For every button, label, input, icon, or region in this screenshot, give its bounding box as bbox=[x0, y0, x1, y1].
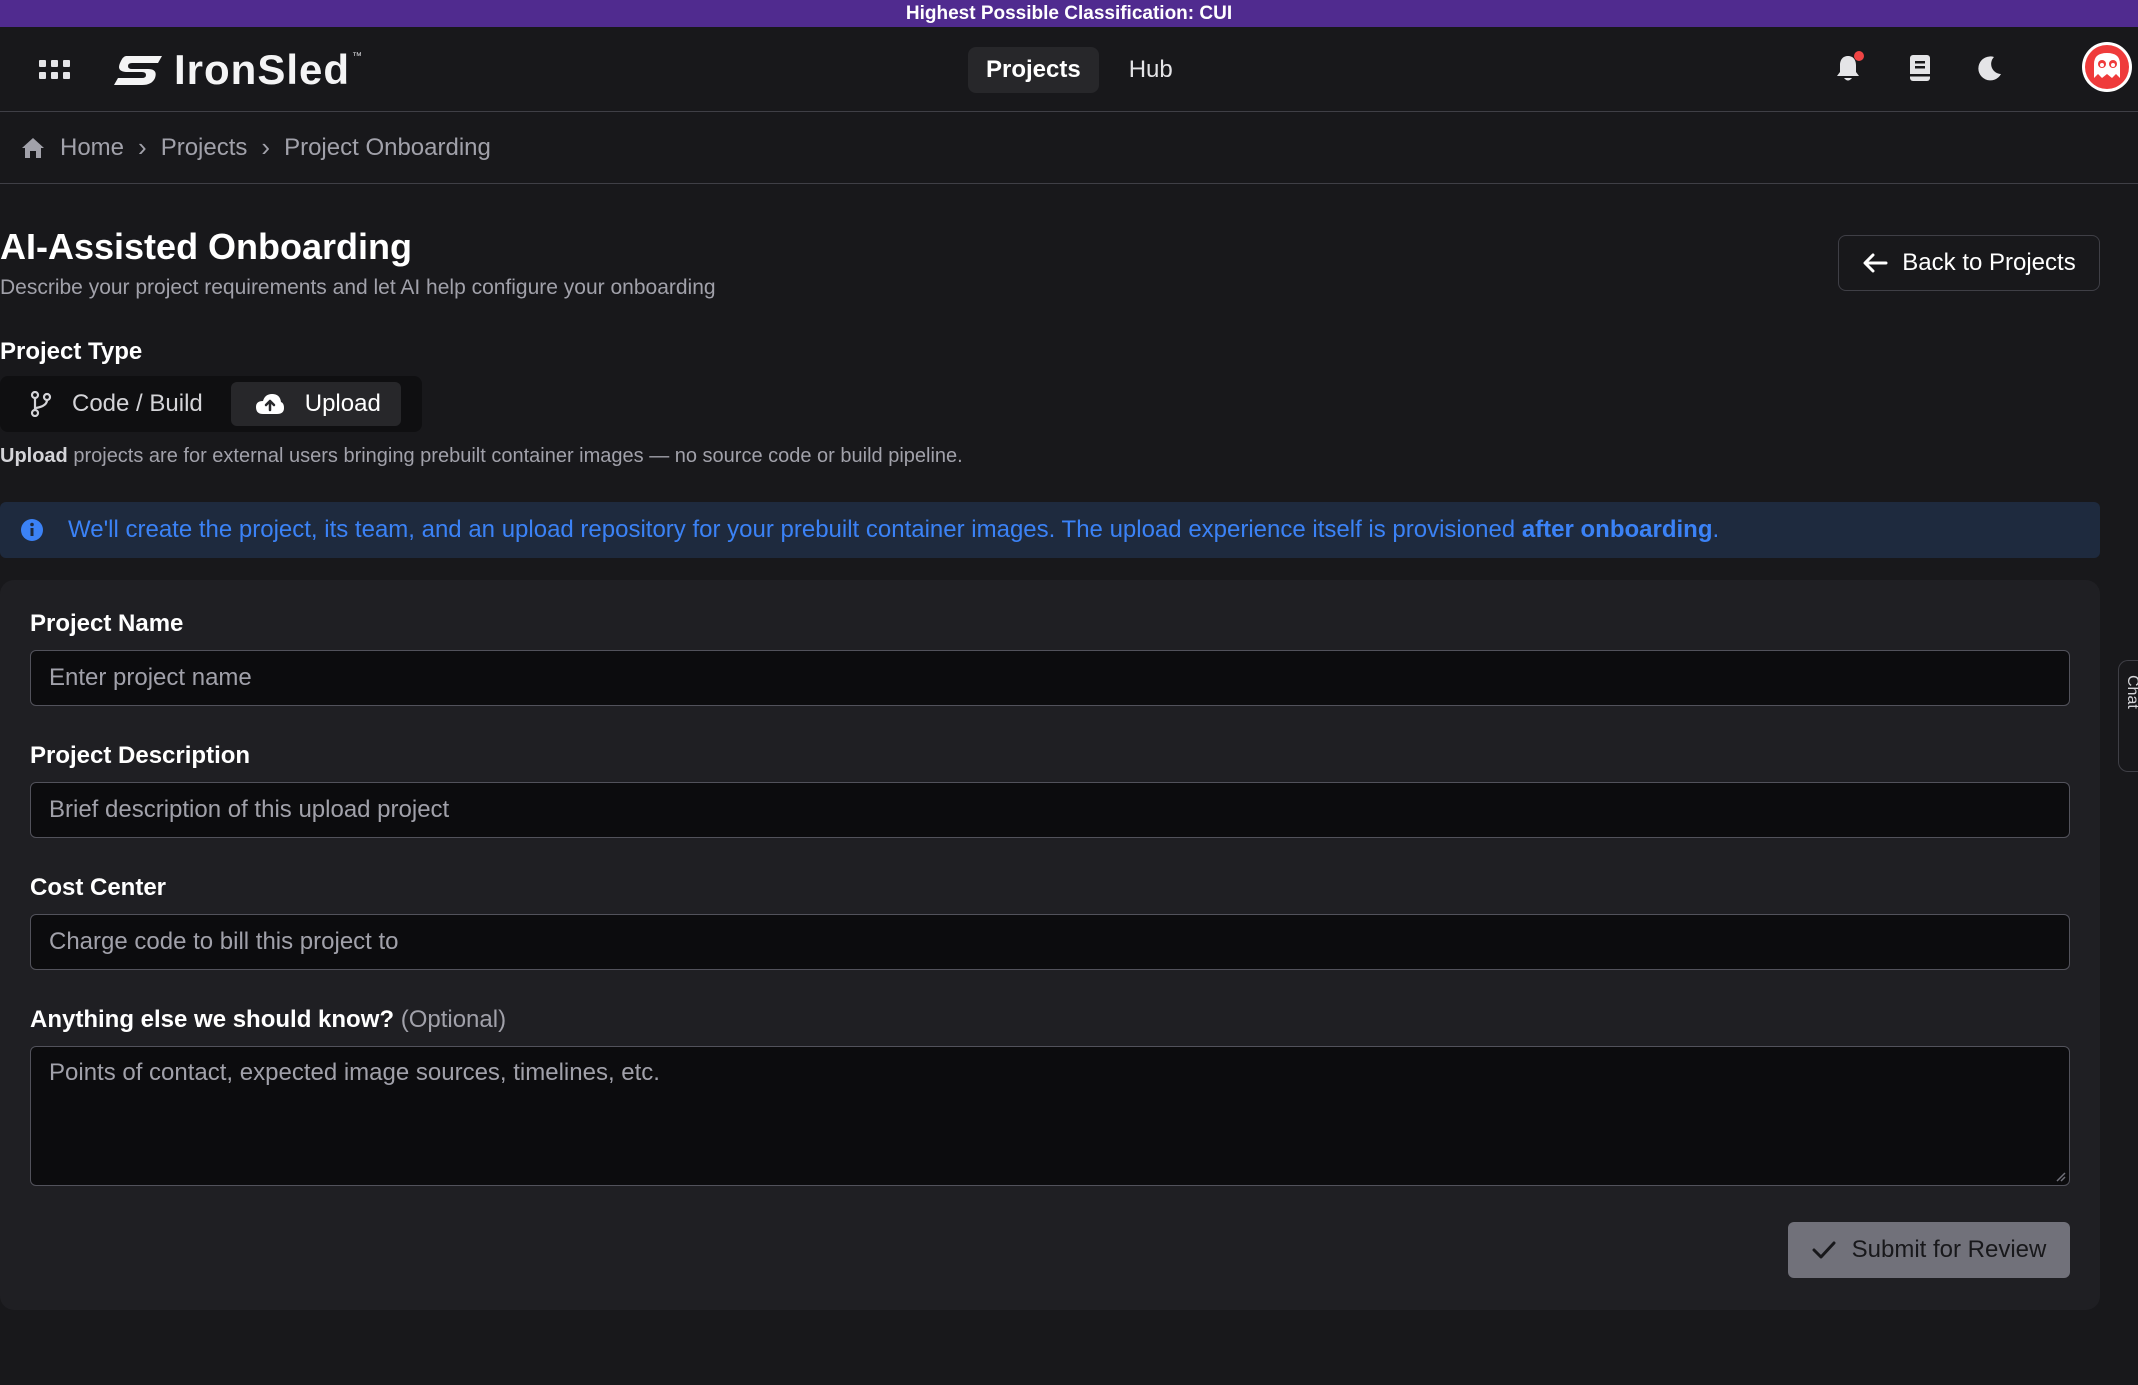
submit-label: Submit for Review bbox=[1851, 1236, 2047, 1263]
resize-grip-icon[interactable] bbox=[2054, 1170, 2066, 1182]
anything-else-label: Anything else we should know? (Optional) bbox=[30, 1006, 507, 1033]
project-name-input[interactable]: Enter project name bbox=[30, 650, 2070, 706]
info-banner-bold: after onboarding bbox=[1521, 516, 1713, 543]
back-button-label: Back to Projects bbox=[1902, 249, 2076, 276]
chevron-right-icon: › bbox=[261, 132, 271, 162]
onboarding-form: Project Name Enter project name Project … bbox=[0, 580, 2100, 1310]
main-nav-tabs: Projects Hub bbox=[968, 47, 1191, 93]
project-type-label: Project Type bbox=[0, 338, 143, 365]
breadcrumb: Home › Projects › Project Onboarding bbox=[0, 112, 2138, 184]
nav-tab-projects[interactable]: Projects bbox=[968, 47, 1099, 93]
project-type-note-text: projects are for external users bringing… bbox=[67, 445, 963, 467]
bell-icon[interactable] bbox=[1830, 50, 1866, 86]
project-description-label: Project Description bbox=[30, 742, 251, 769]
breadcrumb-projects[interactable]: Projects bbox=[161, 134, 248, 162]
cloud-upload-icon bbox=[255, 394, 284, 414]
project-type-upload[interactable]: Upload bbox=[230, 382, 401, 426]
project-description-input[interactable]: Brief description of this upload project bbox=[30, 782, 2070, 838]
anything-else-textarea[interactable]: Points of contact, expected image source… bbox=[30, 1046, 2070, 1186]
moon-icon[interactable] bbox=[1972, 50, 2008, 86]
project-type-selector: Code / Build Upload bbox=[0, 376, 422, 432]
avatar[interactable] bbox=[2082, 42, 2132, 92]
arrow-left-icon bbox=[1863, 253, 1888, 273]
project-type-code-build[interactable]: Code / Build bbox=[6, 382, 223, 426]
project-type-note-bold: Upload bbox=[0, 445, 68, 467]
classification-banner: Highest Possible Classification: CUI bbox=[0, 0, 2138, 27]
chat-tab-label: Chat bbox=[2124, 675, 2138, 709]
code-build-label: Code / Build bbox=[72, 390, 203, 417]
nav-tab-hub[interactable]: Hub bbox=[1111, 47, 1191, 93]
cost-center-label: Cost Center bbox=[30, 874, 167, 901]
info-icon bbox=[21, 519, 43, 541]
git-branch-icon bbox=[30, 391, 52, 417]
brand-logo[interactable]: IronSled ™ bbox=[112, 43, 362, 97]
chat-side-tab[interactable]: Chat bbox=[2118, 660, 2138, 772]
home-icon[interactable] bbox=[20, 136, 46, 160]
page-subtitle: Describe your project requirements and l… bbox=[0, 276, 716, 299]
anything-else-placeholder: Points of contact, expected image source… bbox=[49, 1059, 660, 1086]
check-icon bbox=[1812, 1241, 1836, 1259]
back-to-projects-button[interactable]: Back to Projects bbox=[1838, 235, 2100, 291]
brand-name: IronSled bbox=[174, 46, 351, 93]
ironsled-logo-icon bbox=[114, 56, 162, 85]
upload-label: Upload bbox=[304, 390, 381, 417]
apps-grid-icon[interactable] bbox=[36, 54, 72, 84]
breadcrumb-current: Project Onboarding bbox=[284, 133, 491, 161]
info-banner: We'll create the project, its team, and … bbox=[0, 502, 2100, 558]
page-title: AI-Assisted Onboarding bbox=[0, 226, 413, 267]
cost-center-input[interactable]: Charge code to bill this project to bbox=[30, 914, 2070, 970]
breadcrumb-home[interactable]: Home bbox=[60, 134, 124, 162]
project-name-label: Project Name bbox=[30, 610, 184, 637]
trademark-mark: ™ bbox=[352, 51, 363, 62]
notification-dot bbox=[1854, 51, 1864, 61]
optional-tag: (Optional) bbox=[400, 1006, 507, 1033]
ghost-avatar-icon bbox=[2085, 45, 2129, 89]
submit-for-review-button[interactable]: Submit for Review bbox=[1788, 1222, 2070, 1278]
book-icon[interactable] bbox=[1902, 50, 1938, 86]
info-banner-text: We'll create the project, its team, and … bbox=[68, 516, 1720, 543]
project-type-note: Upload projects are for external users b… bbox=[0, 445, 963, 468]
chevron-right-icon: › bbox=[138, 132, 147, 162]
top-navbar: IronSled ™ Projects Hub bbox=[0, 27, 2138, 112]
